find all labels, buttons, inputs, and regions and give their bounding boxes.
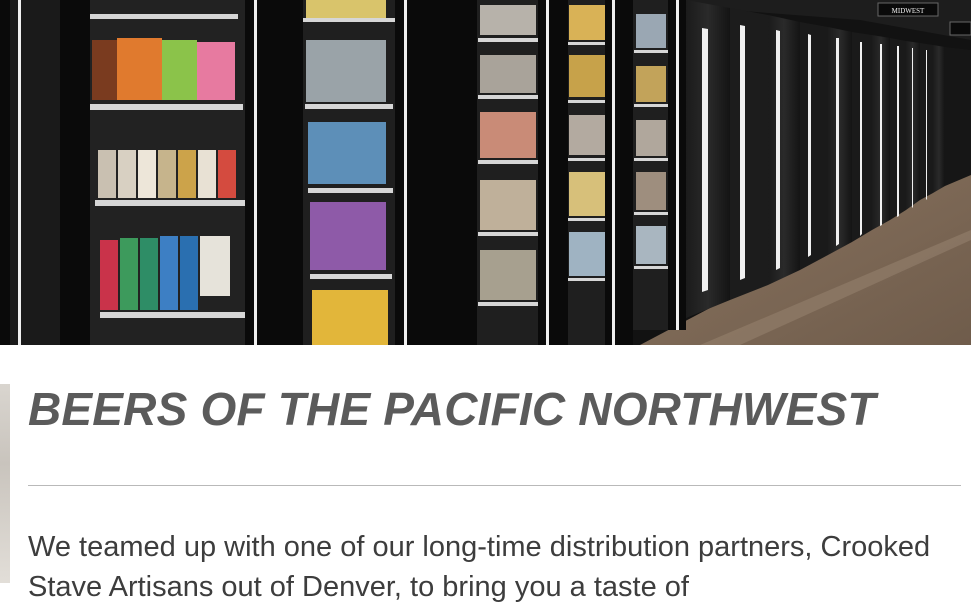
side-decoration <box>0 384 10 583</box>
page-title: BEERS OF THE PACIFIC NORTHWEST <box>28 383 876 435</box>
article-body: We teamed up with one of our long-time d… <box>28 531 931 603</box>
hero-image: MIDWEST <box>0 0 971 345</box>
beer-cooler-photo-icon: MIDWEST <box>0 0 971 345</box>
midwest-sign: MIDWEST <box>892 7 925 15</box>
section-divider <box>28 485 961 486</box>
